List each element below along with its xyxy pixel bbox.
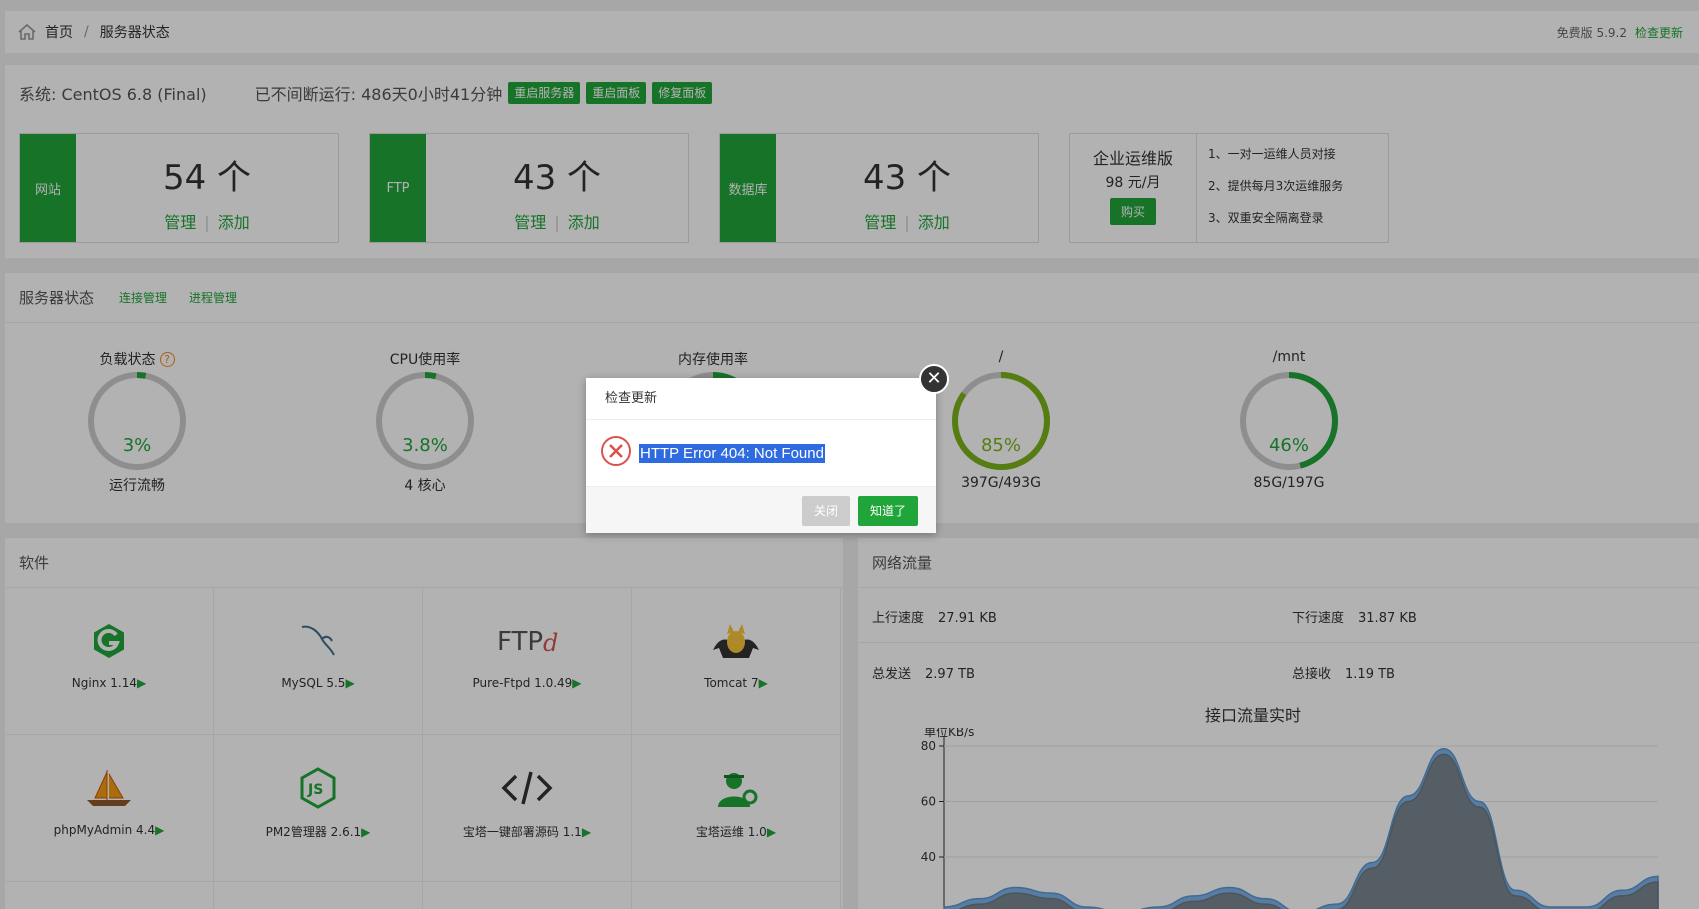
close-icon[interactable]: ✕ (919, 364, 949, 394)
error-icon (600, 435, 632, 471)
close-button[interactable]: 关闭 (802, 496, 851, 526)
dialog-message: HTTP Error 404: Not Found (639, 443, 825, 463)
dialog-title: 检查更新 (586, 378, 936, 420)
ok-button[interactable]: 知道了 (858, 496, 919, 526)
update-dialog: 检查更新 HTTP Error 404: Not Found 关闭 知道了 (586, 378, 936, 533)
